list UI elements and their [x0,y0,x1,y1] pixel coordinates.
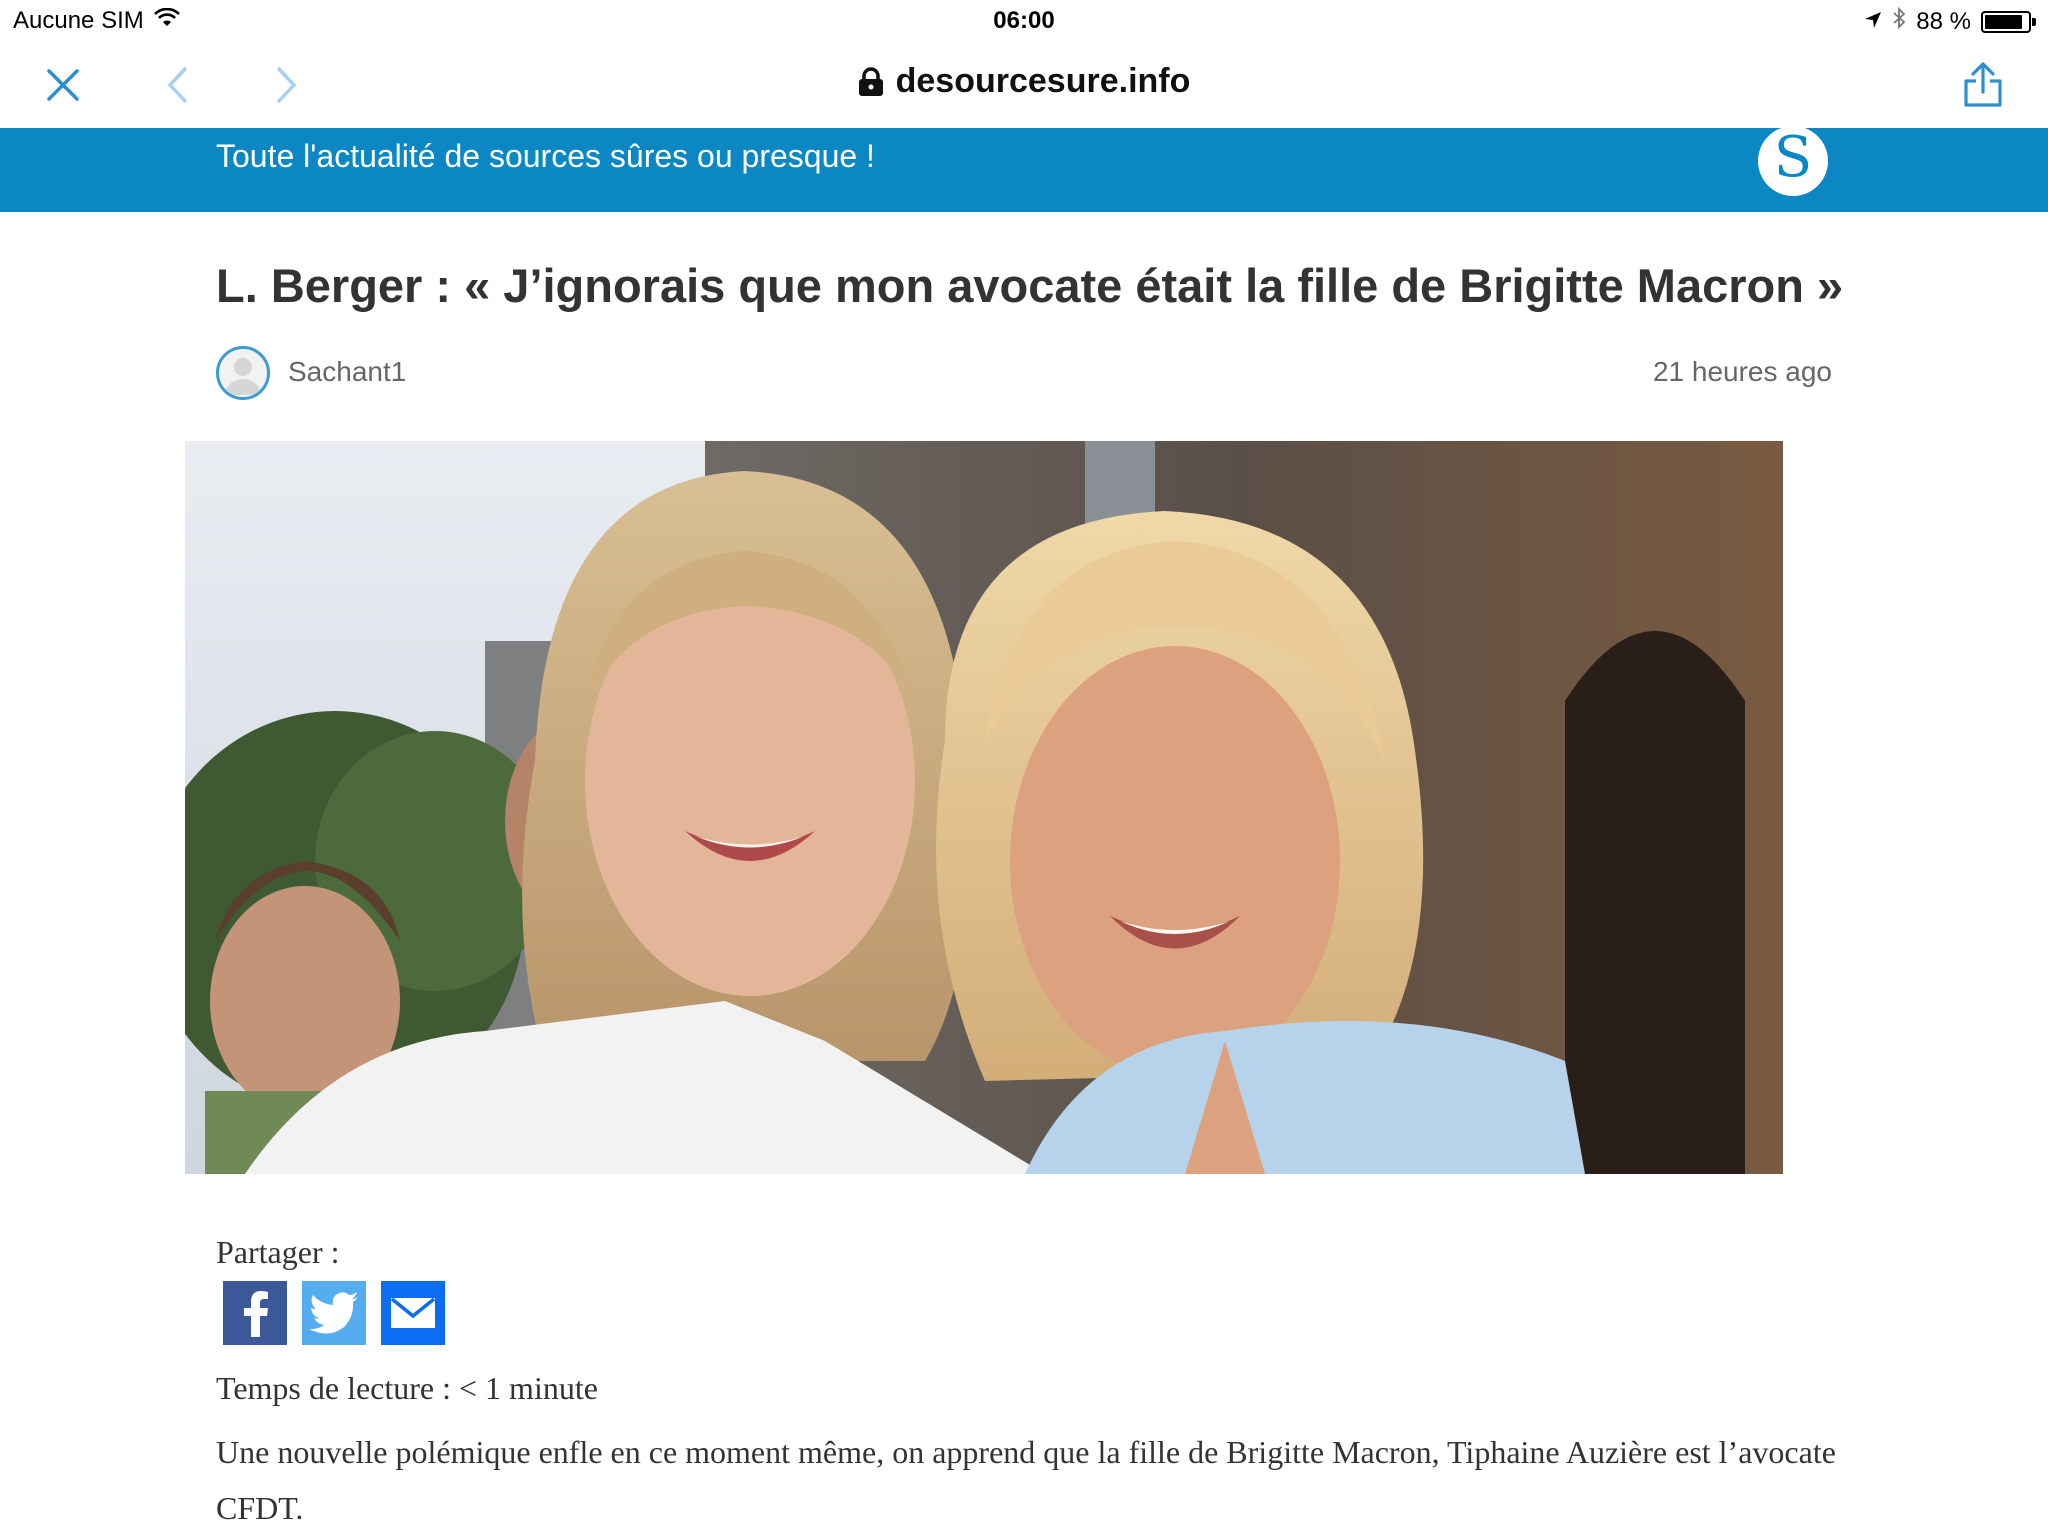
share-icon [1964,62,2002,107]
article-body: Une nouvelle polémique enfle en ce momen… [216,1434,1836,1526]
email-icon [391,1298,435,1328]
browser-toolbar: desourcesure.info [0,42,2048,128]
battery-fill [1985,14,2022,29]
bluetooth-icon [1892,6,1906,36]
facebook-icon [244,1291,268,1337]
share-page-button[interactable] [1958,60,2008,110]
article-photo [185,441,1783,1174]
url-text: desourcesure.info [895,62,1191,100]
lock-icon [858,66,883,96]
site-banner: Toute l'actualité de sources sûres ou pr… [0,126,2048,212]
facebook-share-button[interactable] [223,1281,287,1345]
email-share-button[interactable] [381,1281,445,1345]
share-label: Partager : [216,1234,340,1270]
twitter-icon [309,1292,358,1334]
status-time: 06:00 [993,7,1055,34]
status-right: 88 % [1864,6,2036,36]
logo-letter: S [1773,125,1813,190]
site-logo[interactable]: S [1758,126,1828,196]
reading-time: Temps de lecture : < 1 minute [216,1370,598,1406]
location-arrow-icon [1864,8,1882,36]
battery-icon [1981,10,2031,33]
article-title: L. Berger : « J’ignorais que mon avocate… [216,259,1844,312]
battery-percent: 88 % [1916,7,1971,35]
status-bar: Aucune SIM 06:00 88 % [0,0,2048,42]
share-buttons [223,1281,445,1345]
publish-time: 21 heures ago [1652,356,1832,387]
battery-tip [2032,17,2036,26]
site-tagline[interactable]: Toute l'actualité de sources sûres ou pr… [216,138,875,175]
user-icon [225,358,261,395]
author-avatar[interactable] [216,346,270,400]
article-meta: Sachant1 21 heures ago [216,346,1832,400]
address-bar[interactable]: desourcesure.info [0,62,2048,101]
author-name[interactable]: Sachant1 [288,356,406,388]
twitter-share-button[interactable] [302,1281,366,1345]
